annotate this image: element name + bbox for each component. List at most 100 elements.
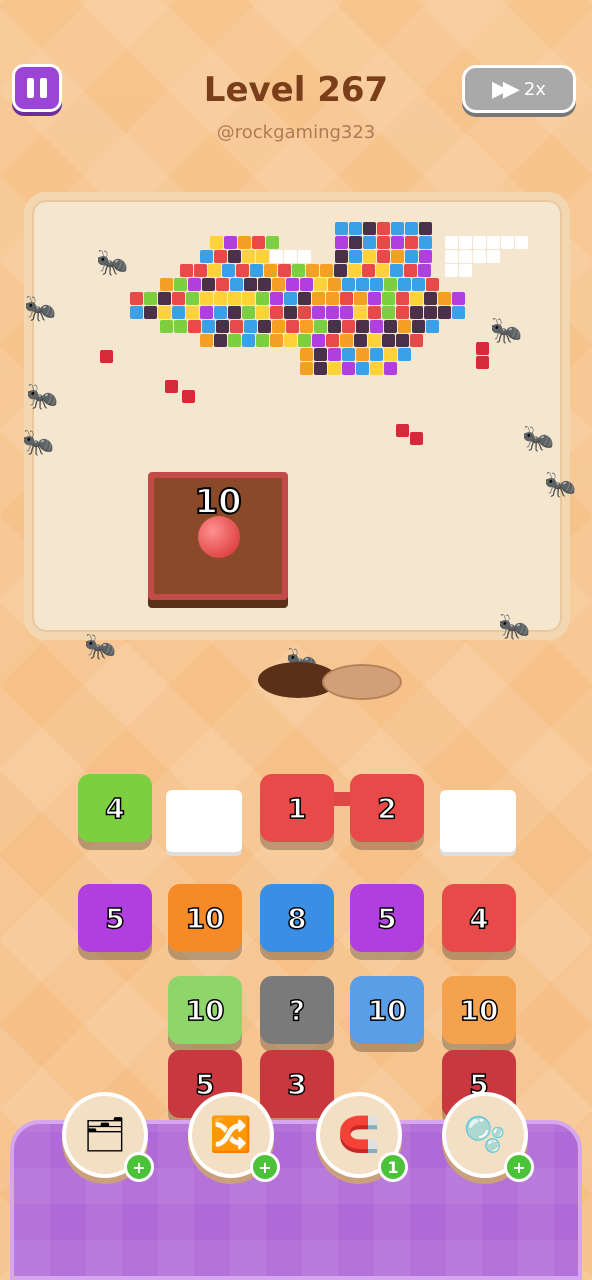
pixel-block <box>214 250 227 263</box>
pixel-block <box>326 334 339 347</box>
pixel-block <box>426 320 439 333</box>
pixel-block <box>342 348 355 361</box>
pixel-block <box>284 292 297 305</box>
pixel-block <box>200 292 213 305</box>
pixel-block <box>270 292 283 305</box>
ball-icon <box>198 516 240 558</box>
pixel-block <box>158 292 171 305</box>
pixel-block <box>412 320 425 333</box>
grid-tile[interactable]: 4 <box>442 884 516 952</box>
pixel-block <box>459 236 472 249</box>
queue-tile[interactable]: 4 <box>78 774 152 842</box>
pixel-block <box>320 264 333 277</box>
grid-tile[interactable]: 8 <box>260 884 334 952</box>
pixel-block <box>208 264 221 277</box>
pixel-block <box>130 306 143 319</box>
pixel-block <box>202 320 215 333</box>
pixel-block <box>419 236 432 249</box>
fast-forward-icon: ▶▶ <box>492 76 520 102</box>
pixel-block <box>391 250 404 263</box>
pixel-block <box>242 334 255 347</box>
pixel-block <box>298 306 311 319</box>
pixel-block <box>188 320 201 333</box>
pixel-block <box>412 278 425 291</box>
pixel-block <box>452 306 465 319</box>
pixel-block <box>202 278 215 291</box>
pixel-block <box>328 320 341 333</box>
pixel-block <box>382 334 395 347</box>
pixel-block <box>278 264 291 277</box>
pixel-block <box>370 362 383 375</box>
pixel-block <box>238 236 251 249</box>
pixel-block <box>419 250 432 263</box>
pixel-block <box>256 306 269 319</box>
pixel-block <box>376 264 389 277</box>
grid-tile[interactable]: 10 <box>350 976 424 1044</box>
pixel-block <box>354 334 367 347</box>
pixel-block <box>130 292 143 305</box>
grid-tile[interactable]: 5 <box>350 884 424 952</box>
queue-tile[interactable]: 1 <box>260 774 334 842</box>
pixel-block <box>172 292 185 305</box>
grid-tile[interactable]: 10 <box>168 884 242 952</box>
pixel-block <box>236 264 249 277</box>
pixel-block <box>174 320 187 333</box>
username-label: @rockgaming323 <box>216 122 376 143</box>
pixel-block <box>459 264 472 277</box>
pixel-block <box>328 278 341 291</box>
pixel-block <box>180 264 193 277</box>
ant-icon: 🐜 <box>498 612 531 642</box>
pixel-block <box>370 278 383 291</box>
pixel-block <box>200 250 213 263</box>
pixel-block <box>228 334 241 347</box>
empty-slot <box>166 790 242 852</box>
pixel-block <box>216 320 229 333</box>
pixel-block <box>377 236 390 249</box>
pixel-block <box>286 320 299 333</box>
pixel-block <box>224 236 237 249</box>
pixel-block <box>272 278 285 291</box>
pixel-block <box>356 278 369 291</box>
pixel-block <box>242 250 255 263</box>
pixel-block <box>270 250 283 263</box>
ant-icon: 🐜 <box>544 470 577 500</box>
ant-icon: 🐜 <box>22 428 55 458</box>
pixel-block <box>314 348 327 361</box>
pixel-block <box>426 278 439 291</box>
pixel-block <box>410 306 423 319</box>
pixel-block <box>349 236 362 249</box>
pixel-block <box>377 222 390 235</box>
pixel-block <box>404 264 417 277</box>
grid-tile[interactable]: 5 <box>78 884 152 952</box>
pixel-block <box>335 236 348 249</box>
pixel-block <box>258 320 271 333</box>
pixel-block <box>250 264 263 277</box>
pixel-block <box>258 278 271 291</box>
pixel-block <box>390 264 403 277</box>
pixel-block <box>405 250 418 263</box>
pixel-block <box>244 320 257 333</box>
pixel-block <box>382 306 395 319</box>
pixel-block <box>368 292 381 305</box>
pixel-block <box>396 334 409 347</box>
queue-tile[interactable]: 2 <box>350 774 424 842</box>
pixel-block <box>476 356 489 369</box>
hole-lid <box>322 664 402 700</box>
pixel-block <box>160 320 173 333</box>
pixel-block <box>410 432 423 445</box>
grid-tile[interactable]: 3 <box>260 1050 334 1118</box>
pixel-block <box>284 306 297 319</box>
pixel-block <box>256 250 269 263</box>
pixel-block <box>266 236 279 249</box>
pixel-block <box>445 250 458 263</box>
pixel-block <box>396 306 409 319</box>
pixel-block <box>186 292 199 305</box>
pixel-block <box>286 278 299 291</box>
pixel-block <box>252 236 265 249</box>
pixel-block <box>370 348 383 361</box>
speed-button[interactable]: ▶▶ 2x <box>462 65 576 113</box>
pixel-block <box>363 222 376 235</box>
grid-tile[interactable]: 10 <box>168 976 242 1044</box>
grid-tile[interactable]: 10 <box>442 976 516 1044</box>
grid-tile[interactable]: ? <box>260 976 334 1044</box>
